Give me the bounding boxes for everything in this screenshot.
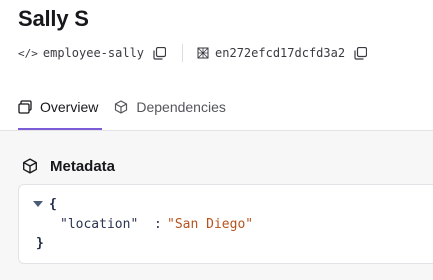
metadata-section-title: Metadata xyxy=(22,156,115,176)
id-icon xyxy=(197,47,209,59)
json-value: "San Diego" xyxy=(167,217,254,232)
meta-divider xyxy=(182,44,184,62)
header-divider xyxy=(0,130,433,131)
cube-icon xyxy=(22,158,38,174)
meta-row: </> employee-sally en272efcd17dcfd3a2 xyxy=(18,44,368,62)
copy-id-icon[interactable] xyxy=(354,46,368,60)
json-colon: : xyxy=(154,217,162,232)
json-open-brace: { xyxy=(49,197,57,212)
json-close-brace: } xyxy=(36,236,44,251)
tab-bar: Overview Dependencies xyxy=(18,96,226,130)
entity-slug: employee-sally xyxy=(42,46,145,60)
tab-dependencies[interactable]: Dependencies xyxy=(114,96,226,118)
metadata-heading: Metadata xyxy=(50,157,116,175)
tab-overview-label: Overview xyxy=(40,99,99,115)
copy-slug-icon[interactable] xyxy=(153,46,167,60)
tab-overview[interactable]: Overview xyxy=(18,96,98,118)
json-viewer: { "location" : "San Diego" } xyxy=(18,184,433,264)
entity-header: Sally S </> employee-sally en272efcd17dc… xyxy=(0,0,433,131)
page-title: Sally S xyxy=(18,6,89,31)
collapse-caret-icon[interactable] xyxy=(33,201,43,207)
window-icon xyxy=(18,100,32,114)
entity-id: en272efcd17dcfd3a2 xyxy=(215,46,346,60)
cube-icon xyxy=(114,100,128,114)
tab-dependencies-label: Dependencies xyxy=(136,99,226,115)
code-icon: </> xyxy=(18,46,38,60)
json-key: "location" xyxy=(60,217,139,232)
